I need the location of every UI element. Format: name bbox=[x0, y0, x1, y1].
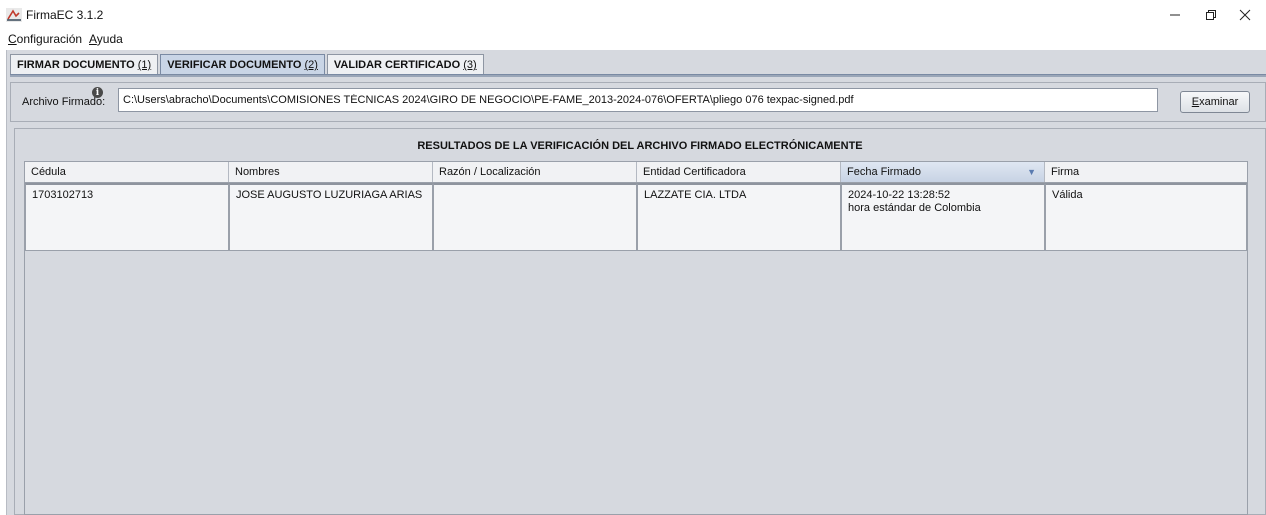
cell-entidad[interactable]: LAZZATE CIA. LTDA bbox=[637, 183, 841, 251]
tab-firmar-documento[interactable]: FIRMAR DOCUMENTO (1) bbox=[10, 54, 159, 75]
tab-label: FIRMAR DOCUMENTO bbox=[17, 59, 135, 71]
close-icon bbox=[1239, 9, 1251, 21]
cell-firma[interactable]: Válida bbox=[1045, 183, 1247, 251]
title-bar: FirmaEC 3.1.2 bbox=[0, 0, 1266, 30]
cell-razon[interactable] bbox=[433, 183, 637, 251]
cell-cedula[interactable]: 1703102713 bbox=[25, 183, 229, 251]
menu-label: onfiguración bbox=[16, 32, 83, 46]
column-header-label: Fecha Firmado bbox=[847, 166, 921, 178]
minimize-icon bbox=[1170, 14, 1180, 16]
minimize-button[interactable] bbox=[1160, 4, 1190, 26]
table-header: Cédula Nombres Razón / Localización Enti… bbox=[25, 162, 1247, 183]
tab-bar: FIRMAR DOCUMENTO (1) VERIFICAR DOCUMENTO… bbox=[10, 54, 486, 76]
tab-divider bbox=[10, 74, 1266, 77]
button-mnemonic: E bbox=[1191, 96, 1200, 108]
column-header-cedula[interactable]: Cédula bbox=[25, 162, 229, 182]
tab-shortcut: (1) bbox=[137, 59, 152, 71]
column-header-razon[interactable]: Razón / Localización bbox=[433, 162, 637, 182]
column-header-nombres[interactable]: Nombres bbox=[229, 162, 433, 182]
tab-verificar-documento[interactable]: VERIFICAR DOCUMENTO (2) bbox=[160, 54, 325, 75]
menu-mnemonic: C bbox=[8, 32, 17, 46]
menu-mnemonic: A bbox=[89, 32, 97, 46]
restore-icon bbox=[1206, 10, 1216, 20]
file-label: Archivo Firmado: bbox=[22, 96, 106, 108]
menu-label: yuda bbox=[96, 32, 123, 46]
file-path-input[interactable] bbox=[118, 88, 1158, 112]
tab-shortcut: (3) bbox=[463, 59, 477, 71]
tab-shortcut: (2) bbox=[304, 59, 318, 71]
results-title: RESULTADOS DE LA VERIFICACIÓN DEL ARCHIV… bbox=[417, 140, 863, 152]
column-header-entidad[interactable]: Entidad Certificadora bbox=[637, 162, 841, 182]
menu-bar: Configuración Ayuda bbox=[0, 30, 1266, 48]
column-header-firma[interactable]: Firma bbox=[1045, 162, 1247, 182]
info-icon[interactable]: i bbox=[92, 87, 103, 98]
tab-label: VALIDAR CERTIFICADO bbox=[333, 59, 461, 71]
cell-nombres[interactable]: JOSE AUGUSTO LUZURIAGA ARIAS bbox=[229, 183, 433, 251]
button-label: xaminar bbox=[1199, 96, 1239, 108]
menu-configuracion[interactable]: Configuración bbox=[8, 32, 82, 46]
menu-ayuda[interactable]: Ayuda bbox=[89, 32, 123, 46]
table-row[interactable]: 1703102713 JOSE AUGUSTO LUZURIAGA ARIAS … bbox=[25, 183, 1247, 251]
column-header-fecha[interactable]: Fecha Firmado ▼ bbox=[841, 162, 1045, 182]
examinar-button[interactable]: Examinar bbox=[1180, 91, 1250, 113]
cell-fecha[interactable]: 2024-10-22 13:28:52 hora estándar de Col… bbox=[841, 183, 1045, 251]
results-table: Cédula Nombres Razón / Localización Enti… bbox=[24, 161, 1248, 515]
close-button[interactable] bbox=[1230, 4, 1260, 26]
cell-fecha-datetime: 2024-10-22 13:28:52 bbox=[848, 189, 951, 201]
sort-descending-icon: ▼ bbox=[1027, 167, 1036, 177]
restore-button[interactable] bbox=[1196, 4, 1226, 26]
tab-validar-certificado[interactable]: VALIDAR CERTIFICADO (3) bbox=[326, 54, 484, 75]
tab-label: VERIFICAR DOCUMENTO bbox=[167, 59, 302, 71]
app-logo-icon bbox=[6, 8, 22, 22]
cell-fecha-timezone: hora estándar de Colombia bbox=[848, 202, 981, 214]
window-title: FirmaEC 3.1.2 bbox=[26, 8, 104, 22]
